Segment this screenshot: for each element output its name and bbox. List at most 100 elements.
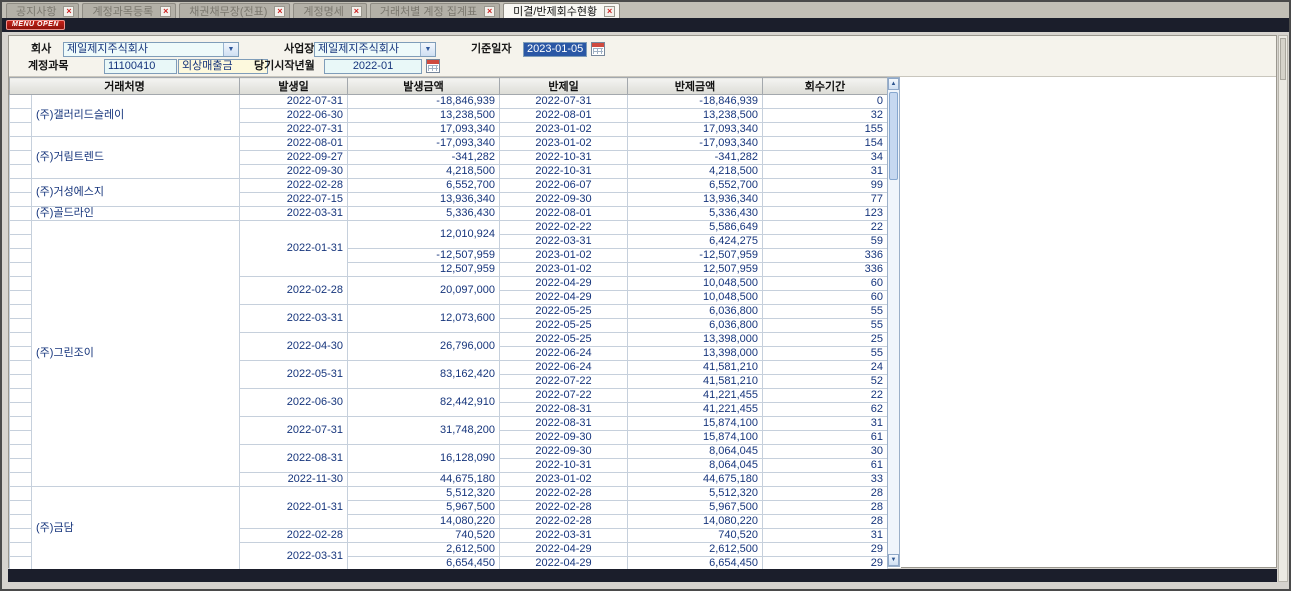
settle-amount-cell[interactable]: 41,581,210 [628, 361, 763, 375]
settle-date-cell[interactable]: 2023-01-02 [500, 263, 628, 277]
occur-amount-cell[interactable]: 12,010,924 [348, 221, 500, 249]
collect-days-cell[interactable]: 30 [763, 445, 888, 459]
settle-date-cell[interactable]: 2022-06-24 [500, 347, 628, 361]
occur-amount-cell[interactable]: -341,282 [348, 151, 500, 165]
occur-amount-cell[interactable]: 5,967,500 [348, 501, 500, 515]
occur-date-cell[interactable]: 2022-08-01 [240, 137, 348, 151]
settle-date-cell[interactable]: 2022-02-28 [500, 487, 628, 501]
row-selector[interactable] [10, 333, 32, 347]
column-header[interactable]: 반제일 [500, 78, 628, 95]
settle-amount-cell[interactable]: 41,221,455 [628, 403, 763, 417]
settle-amount-cell[interactable]: 13,936,340 [628, 193, 763, 207]
settle-amount-cell[interactable]: 13,398,000 [628, 347, 763, 361]
row-selector[interactable] [10, 431, 32, 445]
menu-open-button[interactable]: MENU OPEN [6, 20, 65, 30]
settle-date-cell[interactable]: 2022-02-22 [500, 221, 628, 235]
occur-date-cell[interactable]: 2022-07-15 [240, 193, 348, 207]
settle-date-cell[interactable]: 2022-08-31 [500, 417, 628, 431]
occur-amount-cell[interactable]: -18,846,939 [348, 95, 500, 109]
settle-date-cell[interactable]: 2023-01-02 [500, 249, 628, 263]
collect-days-cell[interactable]: 77 [763, 193, 888, 207]
collect-days-cell[interactable]: 154 [763, 137, 888, 151]
row-selector[interactable] [10, 249, 32, 263]
tab-5[interactable]: 거래처별 계정 집계표× [370, 3, 500, 18]
column-header[interactable]: 반제금액 [628, 78, 763, 95]
settle-amount-cell[interactable]: 6,036,800 [628, 319, 763, 333]
settle-date-cell[interactable]: 2022-07-31 [500, 95, 628, 109]
collect-days-cell[interactable]: 99 [763, 179, 888, 193]
settle-amount-cell[interactable]: 10,048,500 [628, 277, 763, 291]
customer-name-cell[interactable]: (주)골드라인 [32, 207, 240, 221]
customer-name-cell[interactable]: (주)거림트렌드 [32, 137, 240, 179]
collect-days-cell[interactable]: 22 [763, 221, 888, 235]
collect-days-cell[interactable]: 32 [763, 109, 888, 123]
settle-amount-cell[interactable]: 14,080,220 [628, 515, 763, 529]
settle-amount-cell[interactable]: 41,581,210 [628, 375, 763, 389]
row-selector[interactable] [10, 403, 32, 417]
settle-amount-cell[interactable]: 12,507,959 [628, 263, 763, 277]
settle-date-cell[interactable]: 2022-10-31 [500, 459, 628, 473]
row-selector[interactable] [10, 529, 32, 543]
column-header[interactable]: 거래처명 [10, 78, 240, 95]
collect-days-cell[interactable]: 52 [763, 375, 888, 389]
start-month-field[interactable]: 2022-01 [324, 59, 422, 74]
occur-date-cell[interactable]: 2022-04-30 [240, 333, 348, 361]
customer-name-cell[interactable]: (주)그린조이 [32, 221, 240, 487]
scroll-down-icon[interactable]: ▼ [888, 554, 899, 566]
collect-days-cell[interactable]: 62 [763, 403, 888, 417]
settle-date-cell[interactable]: 2022-09-30 [500, 431, 628, 445]
settle-amount-cell[interactable]: -12,507,959 [628, 249, 763, 263]
row-selector[interactable] [10, 417, 32, 431]
collect-days-cell[interactable]: 28 [763, 515, 888, 529]
settle-date-cell[interactable]: 2022-08-01 [500, 109, 628, 123]
occur-date-cell[interactable]: 2022-07-31 [240, 123, 348, 137]
settle-amount-cell[interactable]: 17,093,340 [628, 123, 763, 137]
row-selector[interactable] [10, 109, 32, 123]
close-icon[interactable]: × [274, 6, 285, 17]
row-selector[interactable] [10, 361, 32, 375]
occur-amount-cell[interactable]: 44,675,180 [348, 473, 500, 487]
row-selector[interactable] [10, 123, 32, 137]
occur-date-cell[interactable]: 2022-02-28 [240, 529, 348, 543]
row-selector[interactable] [10, 137, 32, 151]
account-code-field[interactable]: 11100410 [104, 59, 177, 74]
occur-date-cell[interactable]: 2022-03-31 [240, 305, 348, 333]
tab-1[interactable]: 공지사항× [6, 3, 79, 18]
occur-amount-cell[interactable]: 13,936,340 [348, 193, 500, 207]
occur-date-cell[interactable]: 2022-07-31 [240, 417, 348, 445]
occur-amount-cell[interactable]: 16,128,090 [348, 445, 500, 473]
row-selector[interactable] [10, 263, 32, 277]
site-select[interactable]: 제일제지주식회사 ▼ [314, 42, 436, 57]
settle-date-cell[interactable]: 2022-08-01 [500, 207, 628, 221]
close-icon[interactable]: × [604, 6, 615, 17]
settle-date-cell[interactable]: 2022-05-25 [500, 333, 628, 347]
settle-amount-cell[interactable]: 5,336,430 [628, 207, 763, 221]
close-icon[interactable]: × [160, 6, 171, 17]
collect-days-cell[interactable]: 336 [763, 249, 888, 263]
row-selector[interactable] [10, 305, 32, 319]
occur-amount-cell[interactable]: 4,218,500 [348, 165, 500, 179]
occur-amount-cell[interactable]: 740,520 [348, 529, 500, 543]
occur-amount-cell[interactable]: 5,512,320 [348, 487, 500, 501]
column-header[interactable]: 발생금액 [348, 78, 500, 95]
row-selector[interactable] [10, 291, 32, 305]
collect-days-cell[interactable]: 25 [763, 333, 888, 347]
settle-date-cell[interactable]: 2022-05-25 [500, 319, 628, 333]
dropdown-arrow-icon[interactable]: ▼ [420, 43, 435, 56]
occur-date-cell[interactable]: 2022-06-30 [240, 109, 348, 123]
occur-date-cell[interactable]: 2022-09-27 [240, 151, 348, 165]
row-selector[interactable] [10, 543, 32, 557]
settle-date-cell[interactable]: 2022-06-07 [500, 179, 628, 193]
occur-date-cell[interactable]: 2022-02-28 [240, 179, 348, 193]
customer-name-cell[interactable]: (주)거성에스지 [32, 179, 240, 207]
close-icon[interactable]: × [63, 6, 74, 17]
collect-days-cell[interactable]: 55 [763, 347, 888, 361]
row-selector[interactable] [10, 487, 32, 501]
occur-amount-cell[interactable]: 12,507,959 [348, 263, 500, 277]
collect-days-cell[interactable]: 31 [763, 165, 888, 179]
occur-amount-cell[interactable]: 17,093,340 [348, 123, 500, 137]
row-selector[interactable] [10, 389, 32, 403]
occur-amount-cell[interactable]: 6,552,700 [348, 179, 500, 193]
collect-days-cell[interactable]: 28 [763, 501, 888, 515]
occur-date-cell[interactable]: 2022-08-31 [240, 445, 348, 473]
